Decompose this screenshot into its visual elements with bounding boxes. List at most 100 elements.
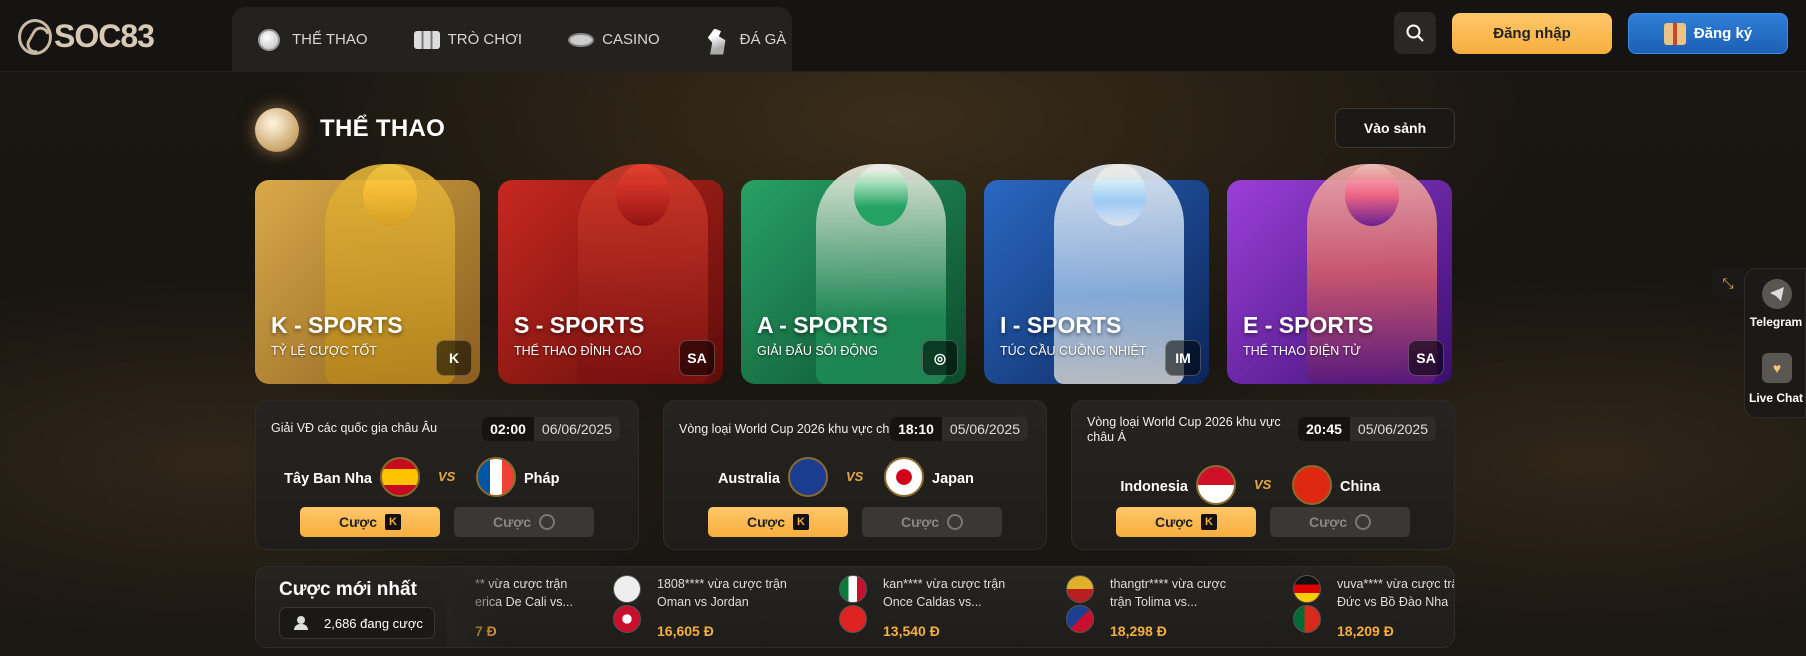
login-button[interactable]: Đăng nhập <box>1452 13 1612 54</box>
bet-user: vuva**** vừa cược trận <box>1337 577 1455 591</box>
nav-item-casino[interactable]: CASINO <box>568 29 660 51</box>
card-subtitle: THỂ THAO ĐỈNH CAO <box>514 344 642 358</box>
indonesia-flag-icon <box>1196 465 1236 505</box>
bet-amount: 18,209 Đ <box>1337 623 1394 639</box>
match-hour: 18:10 <box>890 417 942 441</box>
bet-label: Cược <box>493 514 531 530</box>
card-title: I - SPORTS <box>1000 312 1122 338</box>
away-team: China <box>1340 479 1381 495</box>
provider-badge-icon: SA <box>679 340 715 376</box>
bet-ticker-item: 1808**** vừa cược trận Oman vs Jordan 16… <box>613 575 833 645</box>
bet-amount: 13,540 Đ <box>883 623 940 639</box>
sport-card-s-sports[interactable]: S - SPORTS THỂ THAO ĐỈNH CAO SA <box>498 164 723 384</box>
home-team: Tây Ban Nha <box>284 471 372 487</box>
bet-other-button[interactable]: Cược <box>1270 507 1410 537</box>
nav-item-label: TRÒ CHƠI <box>447 31 523 48</box>
telegram-label[interactable]: Telegram <box>1745 315 1806 329</box>
bet-label: Cược <box>339 514 377 530</box>
bet-label: Cược <box>901 514 939 530</box>
bet-user: thangtr**** vừa cược <box>1110 577 1226 591</box>
sport-card-i-sports[interactable]: I - SPORTS TÚC CẦU CUỒNG NHIỆT IM <box>984 164 1209 384</box>
register-button[interactable]: Đăng ký <box>1628 13 1788 54</box>
nav-item-label: CASINO <box>602 31 660 48</box>
team-logo-icon <box>839 575 867 603</box>
k-sports-icon: K <box>793 514 809 530</box>
enter-lobby-button[interactable]: Vào sảnh <box>1335 108 1455 148</box>
match-time: 20:45 05/06/2025 <box>1298 417 1436 441</box>
collapse-arrows-icon: ⤡ <box>1722 274 1734 291</box>
bet-match: Once Caldas vs... <box>883 595 982 609</box>
users-icon <box>294 616 314 630</box>
brand-logo[interactable]: SOC83 <box>18 18 155 55</box>
bet-ticker-item: thangtr**** vừa cược trận Tolima vs... 1… <box>1066 575 1286 645</box>
vs-label: VS <box>438 469 456 484</box>
card-title: E - SPORTS <box>1243 312 1374 338</box>
match-hour: 02:00 <box>482 417 534 441</box>
match-date: 05/06/2025 <box>1357 421 1428 437</box>
provider-badge-icon: ◎ <box>922 340 958 376</box>
nav-item-cockfight[interactable]: ĐÁ GÀ <box>706 28 786 55</box>
register-label: Đăng ký <box>1693 25 1753 42</box>
bet-user: 1808**** vừa cược trận <box>657 577 787 591</box>
bet-other-button[interactable]: Cược <box>454 507 594 537</box>
card-title: K - SPORTS <box>271 312 403 338</box>
card-title: S - SPORTS <box>514 312 645 338</box>
casino-chip-icon <box>568 29 595 51</box>
bet-label: Cược <box>1309 514 1347 530</box>
search-icon <box>1406 24 1424 42</box>
spain-flag-icon <box>380 457 420 497</box>
sport-card-e-sports[interactable]: E - SPORTS THỂ THAO ĐIỆN TỬ SA <box>1227 164 1452 384</box>
card-title: A - SPORTS <box>757 312 888 338</box>
away-team: Pháp <box>524 471 560 487</box>
card-subtitle: TÚC CẦU CUỒNG NHIỆT <box>1000 344 1147 358</box>
telegram-button[interactable] <box>1762 279 1792 309</box>
provider-icon <box>1355 514 1371 530</box>
nav-item-games[interactable]: TRÒ CHƠI <box>413 29 523 51</box>
match-time: 02:00 06/06/2025 <box>482 417 620 441</box>
league-name: Vòng loại World Cup 2026 khu vực châu Á <box>1087 415 1281 444</box>
latest-bets-panel: ** vừa cược trận erica De Cali vs... 7 Đ… <box>255 566 1455 648</box>
germany-flag-icon <box>1293 575 1321 603</box>
slot-machine-icon <box>413 29 440 51</box>
oman-flag-icon <box>613 575 641 603</box>
bet-amount: 16,605 Đ <box>657 623 714 639</box>
provider-badge-icon: SA <box>1408 340 1444 376</box>
team-logo-icon <box>1066 575 1094 603</box>
main-nav: THỂ THAO TRÒ CHƠI CASINO ĐÁ GÀ <box>232 7 792 72</box>
bet-label: Cược <box>1155 514 1193 530</box>
search-button[interactable] <box>1394 12 1436 54</box>
bet-label: Cược <box>747 514 785 530</box>
bet-k-sports-button[interactable]: Cược K <box>300 507 440 537</box>
live-chat-button[interactable]: ♥ <box>1762 353 1792 383</box>
nav-item-sports[interactable]: THỂ THAO <box>258 28 368 51</box>
jordan-flag-icon <box>613 605 641 633</box>
gift-icon <box>1663 22 1686 45</box>
home-team: Indonesia <box>1120 479 1188 495</box>
bet-ticker-item: kan**** vừa cược trận Once Caldas vs... … <box>839 575 1059 645</box>
rooster-icon <box>706 28 730 55</box>
bet-other-button[interactable]: Cược <box>862 507 1002 537</box>
australia-flag-icon <box>788 457 828 497</box>
portugal-flag-icon <box>1293 605 1321 633</box>
latest-bets-title: Cược mới nhất <box>279 579 417 600</box>
card-subtitle: TỶ LỆ CƯỢC TỐT <box>271 344 377 358</box>
sport-card-a-sports[interactable]: A - SPORTS GIẢI ĐẤU SÔI ĐỘNG ◎ <box>741 164 966 384</box>
bet-match: Oman vs Jordan <box>657 595 749 609</box>
match-date: 06/06/2025 <box>541 421 612 437</box>
league-name: Giải VĐ các quốc gia châu Âu <box>271 421 438 435</box>
away-team: Japan <box>932 471 974 487</box>
k-sports-icon: K <box>385 514 401 530</box>
collapse-widget-button[interactable]: ⤡ <box>1712 268 1744 298</box>
live-chat-label[interactable]: Live Chat <box>1745 391 1806 405</box>
support-widget: Telegram ♥ Live Chat <box>1744 268 1806 418</box>
chat-heart-icon: ♥ <box>1772 360 1782 376</box>
bet-k-sports-button[interactable]: Cược K <box>708 507 848 537</box>
sport-card-k-sports[interactable]: K - SPORTS TỶ LỆ CƯỢC TỐT K <box>255 164 480 384</box>
team-logo-icon <box>839 605 867 633</box>
match-time: 18:10 05/06/2025 <box>890 417 1028 441</box>
k-sports-icon: K <box>1201 514 1217 530</box>
bet-k-sports-button[interactable]: Cược K <box>1116 507 1256 537</box>
provider-badge-icon: IM <box>1165 340 1201 376</box>
japan-flag-icon <box>884 457 924 497</box>
match-card: Giải VĐ các quốc gia châu Âu 02:00 06/06… <box>255 400 639 550</box>
